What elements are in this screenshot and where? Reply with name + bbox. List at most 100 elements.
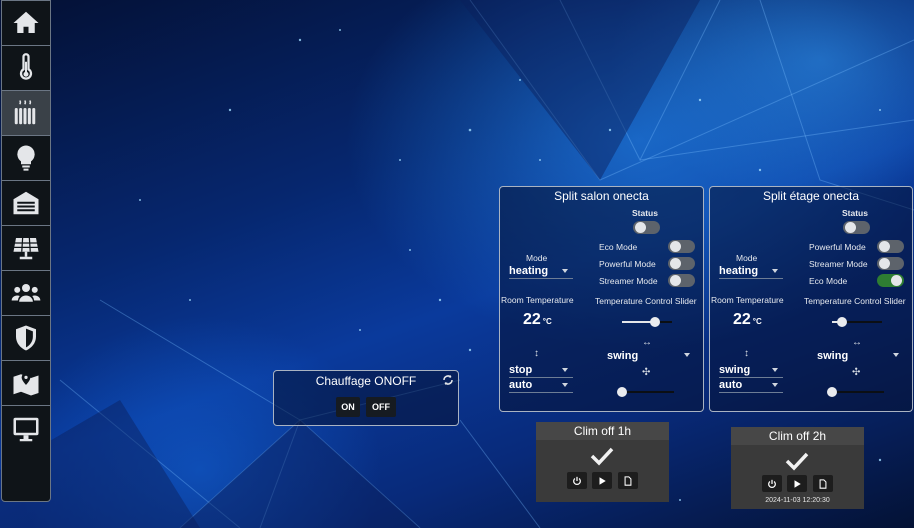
vertical-swing-chevron-down-icon[interactable] <box>772 368 778 372</box>
mode-chevron-down-icon[interactable] <box>772 269 778 273</box>
horizontal-swing-icon: ↔ <box>642 337 652 348</box>
chauffage-title: Chauffage ONOFF <box>315 374 417 388</box>
sidebar-item-heating[interactable] <box>2 91 50 136</box>
mode-chevron-down-icon[interactable] <box>562 269 568 273</box>
home-icon <box>13 11 39 33</box>
streamer-mode-toggle[interactable] <box>877 257 904 270</box>
eco-mode-toggle[interactable] <box>668 240 695 253</box>
fan-speed-select[interactable]: auto <box>719 379 742 391</box>
temperature-slider-label: Temperature Control Slider <box>595 296 697 306</box>
streamer-mode-toggle[interactable] <box>668 274 695 287</box>
log-button[interactable] <box>618 472 638 489</box>
sidebar-item-temperature[interactable] <box>2 46 50 91</box>
fan-icon: ✣ <box>642 367 651 378</box>
mode-select[interactable]: heating <box>719 265 758 277</box>
vertical-swing-select[interactable]: stop <box>509 364 532 376</box>
toggle-label-2: Streamer Mode <box>809 259 868 269</box>
vertical-swing-icon: ↕ <box>744 348 749 359</box>
temperature-slider-thumb[interactable] <box>649 317 660 327</box>
fan-slider-thumb[interactable] <box>827 387 837 397</box>
status-toggle[interactable] <box>843 221 870 234</box>
status-label: Status <box>632 208 658 218</box>
fan-slider-track[interactable] <box>832 391 884 393</box>
fan-speed-underline <box>719 392 783 393</box>
sidebar-item-users[interactable] <box>2 271 50 316</box>
clim-off-1h-title: Clim off 1h <box>536 422 669 440</box>
status-label: Status <box>842 208 868 218</box>
fan-speed-chevron-down-icon[interactable] <box>772 383 778 387</box>
vertical-swing-underline <box>509 377 573 378</box>
sidebar-item-security[interactable] <box>2 316 50 361</box>
mode-select[interactable]: heating <box>509 265 548 277</box>
room-temperature-value: 22 °C <box>733 311 762 328</box>
horizontal-swing-select[interactable]: swing <box>607 350 638 362</box>
vertical-swing-chevron-down-icon[interactable] <box>562 368 568 372</box>
sidebar <box>1 0 51 502</box>
power-button[interactable] <box>762 475 782 492</box>
eco-mode-toggle[interactable] <box>877 274 904 287</box>
room-temperature-label: Room Temperature <box>501 295 574 305</box>
toggle-label-2: Powerful Mode <box>599 259 656 269</box>
chauffage-on-button[interactable]: ON <box>336 397 360 417</box>
fan-slider-thumb[interactable] <box>617 387 627 397</box>
power-icon <box>768 479 776 488</box>
sidebar-item-map[interactable] <box>2 361 50 406</box>
refresh-icon[interactable] <box>442 374 454 386</box>
temperature-slider-label: Temperature Control Slider <box>804 296 906 306</box>
power-button[interactable] <box>567 472 587 489</box>
sidebar-item-solar[interactable] <box>2 226 50 271</box>
horizontal-swing-select[interactable]: swing <box>817 350 848 362</box>
split-salon-title: Split salon onecta <box>554 189 649 203</box>
log-button[interactable] <box>813 475 833 492</box>
split-etage-title: Split étage onecta <box>762 189 860 203</box>
sidebar-item-home[interactable] <box>2 1 50 46</box>
room-temperature-value: 22 °C <box>523 311 552 328</box>
fan-speed-select[interactable]: auto <box>509 379 532 391</box>
play-button[interactable] <box>592 472 612 489</box>
sidebar-item-lights[interactable] <box>2 136 50 181</box>
vertical-swing-underline <box>719 377 783 378</box>
toggle-label-1: Powerful Mode <box>809 242 866 252</box>
toggle-label-3: Eco Mode <box>809 276 848 286</box>
fan-slider-track[interactable] <box>622 391 674 393</box>
clim-off-1h-card: Clim off 1h <box>536 422 669 502</box>
powerful-mode-toggle[interactable] <box>877 240 904 253</box>
play-button[interactable] <box>787 475 807 492</box>
vertical-swing-icon: ↕ <box>534 348 539 359</box>
horizontal-swing-chevron-down-icon[interactable] <box>893 353 899 357</box>
status-toggle[interactable] <box>633 221 660 234</box>
mode-underline <box>509 278 573 279</box>
clim-off-2h-timestamp: 2024-11-03 12:20:30 <box>765 497 830 504</box>
monitor-icon <box>13 417 39 441</box>
users-icon <box>11 284 41 302</box>
fan-speed-chevron-down-icon[interactable] <box>562 383 568 387</box>
document-icon <box>819 478 827 489</box>
powerful-mode-toggle[interactable] <box>668 257 695 270</box>
check-icon <box>785 452 809 471</box>
radiator-icon <box>14 100 36 125</box>
mode-underline <box>719 278 783 279</box>
fan-speed-underline <box>509 392 573 393</box>
sidebar-item-garage[interactable] <box>2 181 50 226</box>
vertical-swing-select[interactable]: swing <box>719 364 750 376</box>
play-icon <box>794 479 801 488</box>
sidebar-item-monitor[interactable] <box>2 406 50 451</box>
mode-label: Mode <box>526 253 548 263</box>
toggle-label-3: Streamer Mode <box>599 276 658 286</box>
thermometer-icon <box>19 53 33 80</box>
solar-panel-icon <box>13 237 39 260</box>
clim-off-2h-title: Clim off 2h <box>731 427 864 445</box>
power-icon <box>573 476 581 485</box>
horizontal-swing-chevron-down-icon[interactable] <box>684 353 690 357</box>
horizontal-swing-icon: ↔ <box>852 337 862 348</box>
toggle-label-1: Eco Mode <box>599 242 638 252</box>
split-salon-panel: Split salon onecta Status Mode heating E… <box>499 186 704 412</box>
garage-icon <box>13 191 39 215</box>
lightbulb-icon <box>17 145 35 171</box>
document-icon <box>624 475 632 486</box>
split-etage-panel: Split étage onecta Status Mode heating P… <box>709 186 913 412</box>
mode-label: Mode <box>736 253 758 263</box>
temperature-slider-thumb[interactable] <box>837 317 847 327</box>
chauffage-off-button[interactable]: OFF <box>366 397 396 417</box>
room-temperature-label: Room Temperature <box>711 295 784 305</box>
